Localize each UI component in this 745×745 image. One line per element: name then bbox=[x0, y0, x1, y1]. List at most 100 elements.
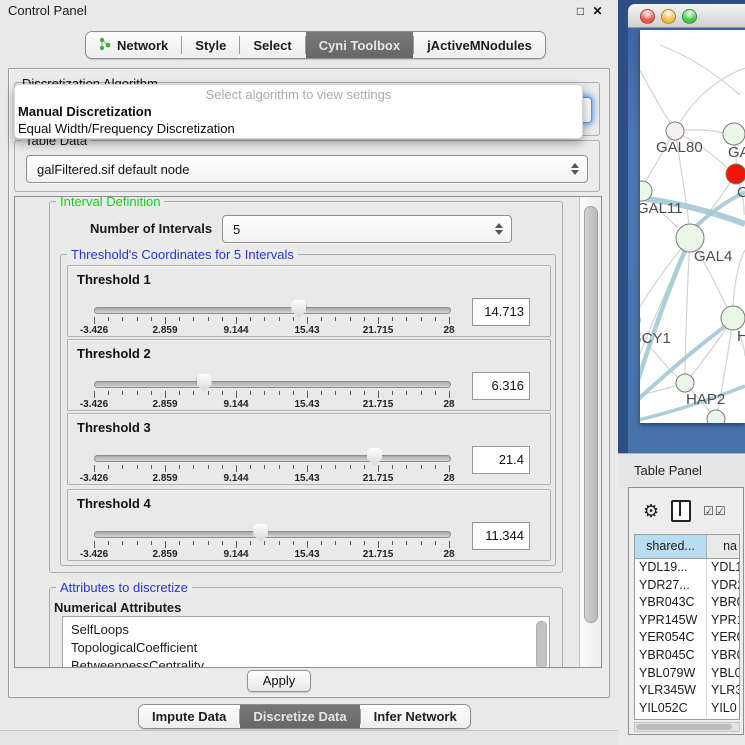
threshold-value-field[interactable]: 11.344 bbox=[472, 522, 530, 550]
table-hscrollbar-track[interactable] bbox=[634, 722, 740, 732]
slider-track[interactable] bbox=[94, 531, 451, 538]
threshold-value-field[interactable]: 21.4 bbox=[472, 446, 530, 474]
table-row[interactable]: YPR145WYPR1 bbox=[635, 612, 739, 630]
split-columns-icon[interactable] bbox=[671, 500, 691, 522]
slider-tick bbox=[264, 317, 265, 321]
slider-thumb[interactable] bbox=[291, 300, 306, 318]
slider-thumb[interactable] bbox=[197, 374, 212, 392]
tab-network[interactable]: Network bbox=[86, 32, 181, 58]
slider-tick bbox=[108, 541, 109, 545]
option-equal-width-frequency[interactable]: Equal Width/Frequency Discretization bbox=[15, 120, 582, 137]
table-row[interactable]: YBR045CYBR0 bbox=[635, 647, 739, 665]
slider-tick-label: -3.426 bbox=[70, 399, 118, 410]
cell-name: YBL0 bbox=[707, 665, 739, 683]
network-edge bbox=[675, 68, 745, 131]
slider-thumb[interactable] bbox=[253, 524, 268, 542]
slider-tick bbox=[137, 317, 138, 321]
network-node-node-red[interactable] bbox=[726, 164, 745, 184]
slider-tick bbox=[392, 391, 393, 395]
network-node-GAL80[interactable] bbox=[666, 122, 684, 140]
option-manual-discretization[interactable]: Manual Discretization bbox=[15, 103, 582, 120]
tab-style[interactable]: Style bbox=[182, 32, 239, 58]
column-header-shared-name[interactable]: shared... bbox=[635, 535, 707, 558]
close-window-button[interactable]: ✕ bbox=[590, 4, 605, 19]
slider-tick bbox=[151, 317, 152, 321]
number-of-intervals-label: Number of Intervals bbox=[90, 221, 212, 236]
tab-infer-network[interactable]: Infer Network bbox=[361, 705, 470, 728]
thresholds-group-label: Threshold's Coordinates for 5 Intervals bbox=[67, 247, 298, 262]
threshold-label: Threshold 3 bbox=[77, 420, 151, 435]
panel-scrollbar-thumb[interactable] bbox=[584, 206, 598, 623]
tab-discretize-data[interactable]: Discretize Data bbox=[240, 705, 359, 728]
attribute-item[interactable]: SelfLoops bbox=[63, 621, 549, 639]
slider-track[interactable] bbox=[94, 381, 451, 388]
slider-tick bbox=[222, 317, 223, 321]
column-header-name[interactable]: na bbox=[707, 535, 739, 558]
slider-tick bbox=[264, 465, 265, 469]
network-window-titlebar[interactable] bbox=[628, 4, 745, 28]
cell-shared-name: YDL19... bbox=[635, 559, 707, 577]
float-window-button[interactable]: □ bbox=[573, 4, 588, 19]
table-panel-title: Table Panel bbox=[634, 463, 702, 478]
table-row[interactable]: YER054CYER0 bbox=[635, 629, 739, 647]
slider-tick-label: 9.144 bbox=[212, 473, 260, 484]
slider-track[interactable] bbox=[94, 307, 451, 314]
network-node-node-top-right[interactable] bbox=[723, 123, 745, 145]
network-node-node-bottom[interactable] bbox=[707, 410, 725, 423]
table-row[interactable]: YBL079WYBL0 bbox=[635, 665, 739, 683]
network-node-node-h[interactable] bbox=[721, 306, 745, 330]
minimize-light[interactable] bbox=[661, 9, 676, 24]
slider-tick bbox=[335, 465, 336, 469]
tab-label: Cyni Toolbox bbox=[319, 38, 400, 53]
slider-tick-label: 28 bbox=[425, 399, 473, 410]
network-canvas[interactable]: GAL80GACGAL11GAL4GCY1HHAP2 bbox=[640, 30, 745, 423]
tab-select[interactable]: Select bbox=[240, 32, 304, 58]
tab-cyni-toolbox[interactable]: Cyni Toolbox bbox=[306, 32, 413, 58]
table-data-combobox[interactable]: galFiltered.sif default node bbox=[26, 155, 588, 183]
algorithm-dropdown-popup: Select algorithm to view settings Manual… bbox=[14, 84, 583, 139]
slider-tick bbox=[435, 541, 436, 545]
algorithm-hint-option[interactable]: Select algorithm to view settings bbox=[15, 86, 582, 103]
slider-tick bbox=[94, 317, 95, 324]
slider-tick bbox=[350, 391, 351, 395]
slider-tick bbox=[236, 465, 237, 472]
number-of-intervals-combobox[interactable]: 5 bbox=[222, 215, 512, 243]
slider-tick bbox=[179, 541, 180, 545]
tab-impute-data[interactable]: Impute Data bbox=[139, 705, 239, 728]
slider-tick bbox=[321, 317, 322, 321]
slider-tick bbox=[250, 317, 251, 321]
gear-icon[interactable]: ⚙ bbox=[643, 502, 659, 520]
zoom-light[interactable] bbox=[682, 9, 697, 24]
threshold-box: Threshold 2-3.4262.8599.14415.4321.71528… bbox=[67, 339, 551, 411]
table-row[interactable]: YIL052CYIL0 bbox=[635, 700, 739, 718]
table-row[interactable]: YBR043CYBR0 bbox=[635, 594, 739, 612]
table-row[interactable]: YDR27...YDR2 bbox=[635, 577, 739, 595]
slider-tick bbox=[406, 317, 407, 321]
list-scrollbar-thumb[interactable] bbox=[536, 621, 547, 668]
slider-track[interactable] bbox=[94, 455, 451, 462]
select-columns-icon[interactable]: ☑☑ bbox=[703, 504, 727, 518]
tab-jactivemnodules[interactable]: jActiveMNodules bbox=[414, 32, 545, 58]
network-node-HAP2[interactable] bbox=[676, 374, 694, 392]
slider-tick bbox=[321, 465, 322, 469]
close-light[interactable] bbox=[640, 9, 655, 24]
slider-tick bbox=[236, 317, 237, 324]
threshold-value-field[interactable]: 14.713 bbox=[472, 298, 530, 326]
slider-tick bbox=[137, 541, 138, 545]
table-row[interactable]: YLR345WYLR3 bbox=[635, 682, 739, 700]
slider-tick bbox=[165, 317, 166, 324]
slider-tick bbox=[179, 465, 180, 469]
slider-tick bbox=[151, 391, 152, 395]
slider-tick-label: 28 bbox=[425, 473, 473, 484]
attribute-item[interactable]: BetweennessCentrality bbox=[63, 657, 549, 668]
panel-scrollbar-track[interactable] bbox=[579, 197, 602, 667]
attribute-item[interactable]: TopologicalCoefficient bbox=[63, 639, 549, 657]
apply-button[interactable]: Apply bbox=[247, 670, 311, 692]
slider-tick bbox=[222, 465, 223, 469]
table-row[interactable]: YDL19...YDL1 bbox=[635, 559, 739, 577]
threshold-box: Threshold 3-3.4262.8599.14415.4321.71528… bbox=[67, 413, 551, 485]
slider-tick bbox=[222, 391, 223, 395]
threshold-value-field[interactable]: 6.316 bbox=[472, 372, 530, 400]
slider-thumb[interactable] bbox=[367, 448, 382, 466]
table-hscrollbar-thumb[interactable] bbox=[636, 724, 732, 730]
